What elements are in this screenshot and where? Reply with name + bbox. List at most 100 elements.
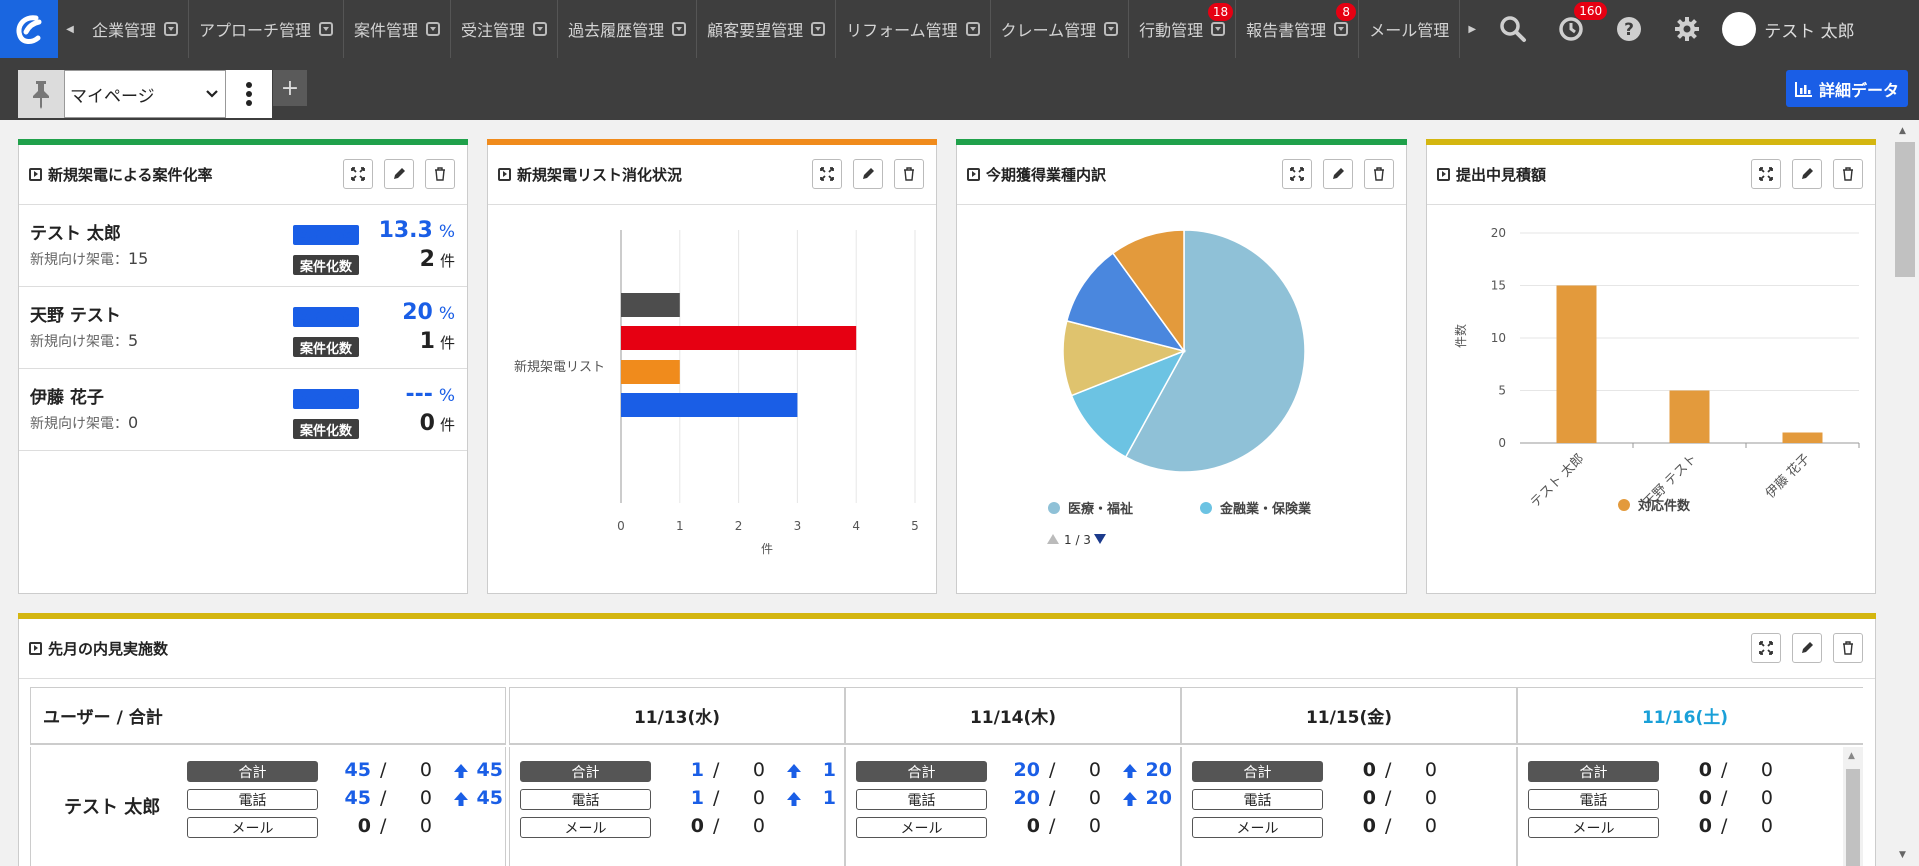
- nav-item[interactable]: リフォーム管理: [836, 0, 991, 58]
- dropdown-icon[interactable]: [1211, 22, 1226, 36]
- dropdown-icon[interactable]: [164, 22, 179, 36]
- count-value: 1: [690, 787, 704, 809]
- count-unit: 件: [439, 416, 455, 434]
- detail-data-button[interactable]: 詳細データ: [1786, 70, 1908, 107]
- fullscreen-icon[interactable]: [812, 159, 842, 189]
- count-value: 0: [1362, 815, 1376, 837]
- help-icon[interactable]: ?: [1600, 0, 1658, 58]
- expand-toggle-icon[interactable]: [967, 168, 980, 181]
- row-label-phone: 電話: [856, 789, 987, 810]
- bar: [621, 326, 857, 350]
- trash-icon[interactable]: [1833, 633, 1863, 663]
- dropdown-icon[interactable]: [811, 22, 826, 36]
- nav-item[interactable]: 企業管理: [82, 0, 190, 58]
- nav-item[interactable]: 過去履歴管理: [558, 0, 698, 58]
- scrollbar-thumb[interactable]: [1846, 769, 1860, 866]
- dropdown-icon[interactable]: [1104, 22, 1119, 36]
- call-count: 新規向け架電：15: [30, 249, 148, 269]
- edit-icon[interactable]: [384, 159, 414, 189]
- nav-item[interactable]: 案件管理: [344, 0, 452, 58]
- dropdown-icon[interactable]: [1334, 22, 1349, 36]
- edit-icon[interactable]: [1792, 159, 1822, 189]
- count-value: 0: [1760, 815, 1773, 837]
- table-scrollbar[interactable]: ▲: [1843, 747, 1863, 866]
- separator: /: [1385, 787, 1392, 809]
- count-value: 45: [344, 759, 371, 781]
- count-value: 0: [1088, 787, 1101, 809]
- table-header-spacer: [1843, 687, 1863, 745]
- count-value: 2: [419, 247, 435, 272]
- expand-toggle-icon[interactable]: [498, 168, 511, 181]
- legend-prev-icon[interactable]: [1047, 534, 1059, 544]
- scroll-up-icon[interactable]: ▲: [1899, 126, 1906, 136]
- chart-icon: [1794, 81, 1812, 97]
- x-tick-label: 0: [617, 519, 625, 533]
- nav-item[interactable]: 報告書管理 8: [1236, 0, 1360, 58]
- conversion-rate: 13.3%: [379, 218, 455, 243]
- app-logo-icon[interactable]: [0, 0, 58, 58]
- x-axis-label: 件: [761, 542, 773, 556]
- rate-unit: %: [438, 386, 455, 406]
- expand-toggle-icon[interactable]: [29, 168, 42, 181]
- legend-marker: [1618, 499, 1630, 511]
- legend-next-icon[interactable]: [1094, 534, 1106, 544]
- trash-icon[interactable]: [425, 159, 455, 189]
- separator: /: [380, 787, 387, 809]
- row-label-total: 合計: [520, 761, 651, 782]
- bar: [621, 393, 798, 417]
- date-label: 11/15(金): [1305, 708, 1393, 728]
- nav-item[interactable]: 行動管理 18: [1129, 0, 1237, 58]
- expand-toggle-icon[interactable]: [1437, 168, 1450, 181]
- trash-icon[interactable]: [894, 159, 924, 189]
- nav-item-mail[interactable]: メール管理: [1359, 0, 1461, 58]
- trash-icon[interactable]: [1833, 159, 1863, 189]
- nav-item[interactable]: 受注管理: [451, 0, 559, 58]
- dropdown-icon[interactable]: [533, 22, 548, 36]
- panel-title: 提出中見積額: [1456, 166, 1547, 184]
- nav-scroll-right-icon[interactable]: ▶: [1460, 0, 1484, 58]
- dropdown-icon[interactable]: [319, 22, 334, 36]
- chevron-down-icon: [206, 90, 218, 98]
- legend-marker: [1048, 502, 1060, 514]
- page-scrollbar[interactable]: ▲ ▼: [1891, 120, 1919, 866]
- fullscreen-icon[interactable]: [343, 159, 373, 189]
- scroll-up-icon[interactable]: ▲: [1848, 751, 1855, 761]
- pin-icon[interactable]: [18, 70, 64, 118]
- date-column-header: 11/16(土): [1517, 687, 1853, 745]
- count-value: 0: [1424, 787, 1437, 809]
- count-value: 0: [1424, 759, 1437, 781]
- bar: [1782, 432, 1823, 443]
- call-count: 新規向け架電：0: [30, 413, 138, 433]
- history-icon[interactable]: 160: [1542, 0, 1608, 58]
- edit-icon[interactable]: [1323, 159, 1353, 189]
- add-page-button[interactable]: +: [273, 70, 307, 106]
- nav-scroll-left-icon[interactable]: ◀: [58, 0, 82, 58]
- expand-toggle-icon[interactable]: [29, 642, 42, 655]
- page-select[interactable]: マイページ: [64, 70, 226, 118]
- fullscreen-icon[interactable]: [1282, 159, 1312, 189]
- dropdown-icon[interactable]: [672, 22, 687, 36]
- separator: /: [1385, 759, 1392, 781]
- user-name: テスト 太郎: [64, 797, 161, 818]
- count-value: 0: [1698, 787, 1712, 809]
- edit-icon[interactable]: [853, 159, 883, 189]
- gear-icon[interactable]: [1658, 0, 1716, 58]
- search-icon[interactable]: [1484, 0, 1542, 58]
- scroll-down-icon[interactable]: ▼: [1899, 850, 1906, 860]
- arrow-up-icon: [786, 791, 802, 811]
- dropdown-icon[interactable]: [965, 22, 980, 36]
- nav-item[interactable]: 顧客要望管理: [697, 0, 837, 58]
- dropdown-icon[interactable]: [426, 22, 441, 36]
- edit-icon[interactable]: [1792, 633, 1822, 663]
- user-menu[interactable]: テスト 太郎: [1722, 12, 1855, 46]
- date-label: 11/13(水): [633, 708, 721, 728]
- count-value: 0: [419, 411, 435, 436]
- trash-icon[interactable]: [1364, 159, 1394, 189]
- fullscreen-icon[interactable]: [1751, 633, 1781, 663]
- nav-item[interactable]: アプローチ管理: [189, 0, 345, 58]
- nav-item[interactable]: クレーム管理: [991, 0, 1130, 58]
- scrollbar-thumb[interactable]: [1895, 142, 1915, 277]
- fullscreen-icon[interactable]: [1751, 159, 1781, 189]
- more-menu-icon[interactable]: [226, 70, 272, 118]
- viewing-count-table: ユーザー / 合計 テスト 太郎 合計 45/0 45 電話 45/0 45 メール 0/0 11/…: [30, 687, 1864, 866]
